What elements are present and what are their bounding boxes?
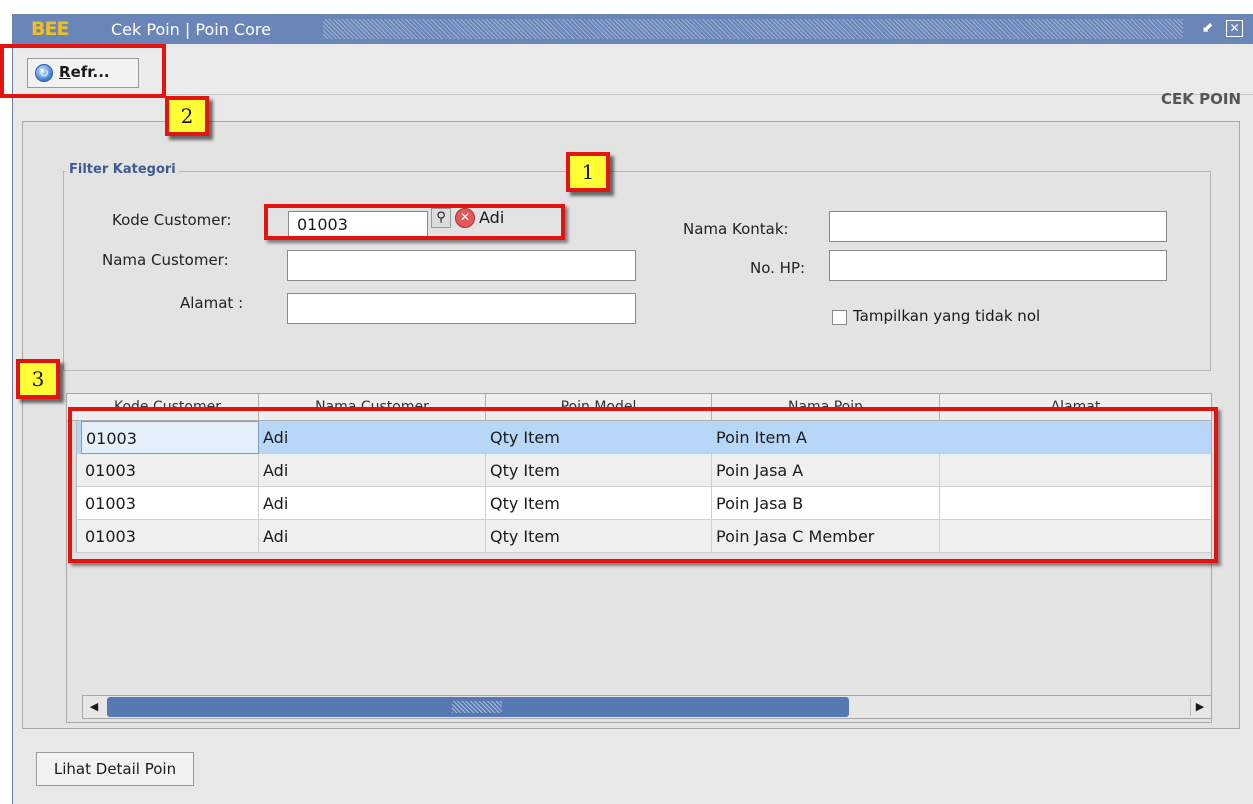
table-cell[interactable]	[940, 421, 1211, 454]
scroll-right-icon[interactable]: ▶	[1190, 698, 1209, 716]
column-header[interactable]: Kode Customer	[77, 394, 259, 420]
table-row[interactable]: 01003 Adi Qty Item Poin Item A	[67, 421, 1211, 454]
table-cell[interactable]: Qty Item	[486, 421, 712, 454]
table-cell[interactable]: 01003	[81, 487, 259, 520]
kode-customer-input[interactable]: 01003	[288, 211, 428, 239]
row-handle[interactable]	[67, 520, 77, 553]
nonzero-checkbox[interactable]	[832, 310, 847, 325]
table-cell[interactable]: Adi	[259, 487, 486, 520]
column-header[interactable]: Nama Customer	[259, 394, 486, 420]
minimize-icon[interactable]: ⬋	[1199, 20, 1216, 37]
annotation-badge-1: 1	[566, 152, 610, 192]
refresh-button-label: Refr...	[59, 63, 110, 81]
table-cell[interactable]: Qty Item	[486, 487, 712, 520]
row-handle[interactable]	[67, 454, 77, 487]
table-cell[interactable]	[940, 487, 1211, 520]
alamat-input[interactable]	[287, 293, 636, 324]
table-cell[interactable]: 01003	[81, 454, 259, 487]
close-icon[interactable]: ✕	[1226, 20, 1243, 37]
nonzero-checkbox-label: Tampilkan yang tidak nol	[853, 307, 1041, 325]
scrollbar-grip	[452, 701, 502, 713]
table-cell[interactable]	[940, 520, 1211, 553]
table-cell[interactable]: Poin Item A	[712, 421, 940, 454]
refresh-icon: ↻	[35, 64, 53, 82]
table-row[interactable]: 01003 Adi Qty Item Poin Jasa C Member	[67, 520, 1211, 553]
title-bar-pattern	[323, 19, 1183, 39]
kode-customer-name: Adi	[479, 208, 505, 227]
column-header[interactable]: Poin Model	[486, 394, 712, 420]
no-hp-label: No. HP:	[750, 259, 806, 277]
table-header: Kode Customer Nama Customer Poin Model N…	[67, 394, 1211, 421]
no-hp-input[interactable]	[829, 250, 1167, 281]
alamat-label: Alamat :	[180, 294, 244, 312]
toolbar: ↻ Refr...	[13, 44, 1253, 95]
page-title: CEK POIN	[1161, 90, 1241, 108]
kode-customer-label: Kode Customer:	[112, 211, 232, 229]
column-header[interactable]: Alamat	[940, 394, 1211, 420]
annotation-badge-3: 3	[16, 359, 60, 399]
nama-kontak-label: Nama Kontak:	[683, 220, 789, 238]
refresh-button[interactable]: ↻ Refr...	[27, 58, 139, 88]
nama-customer-label: Nama Customer:	[102, 251, 229, 269]
app-logo: BEE	[31, 18, 69, 40]
annotation-badge-2: 2	[165, 96, 209, 136]
nama-customer-input[interactable]	[287, 250, 636, 281]
column-header[interactable]: Nama Poin	[712, 394, 940, 420]
table-row[interactable]: 01003 Adi Qty Item Poin Jasa A	[67, 454, 1211, 487]
search-icon[interactable]: ⚲	[431, 208, 451, 228]
table-cell[interactable]	[940, 454, 1211, 487]
horizontal-scrollbar[interactable]: ◀ ▶	[82, 695, 1212, 719]
table-cell[interactable]: Qty Item	[486, 520, 712, 553]
table-cell[interactable]: Adi	[259, 454, 486, 487]
filter-legend: Filter Kategori	[66, 162, 179, 177]
table-row[interactable]: 01003 Adi Qty Item Poin Jasa B	[67, 487, 1211, 520]
window-title: Cek Poin | Poin Core	[111, 20, 271, 39]
table-cell[interactable]: Poin Jasa A	[712, 454, 940, 487]
nama-kontak-input[interactable]	[829, 211, 1167, 242]
title-bar[interactable]: BEE Cek Poin | Poin Core ⬋ ✕	[13, 14, 1253, 44]
lihat-detail-poin-button[interactable]: Lihat Detail Poin	[36, 752, 194, 786]
table-cell[interactable]: Adi	[259, 520, 486, 553]
table-cell[interactable]: Qty Item	[486, 454, 712, 487]
row-handle[interactable]	[67, 421, 77, 454]
scroll-left-icon[interactable]: ◀	[85, 698, 103, 716]
clear-icon[interactable]: ✕	[455, 208, 475, 228]
table-cell[interactable]: 01003	[81, 520, 259, 553]
table-cell[interactable]: Poin Jasa B	[712, 487, 940, 520]
table-cell[interactable]: 01003	[81, 421, 259, 454]
poin-table: Kode Customer Nama Customer Poin Model N…	[66, 393, 1212, 723]
table-cell[interactable]: Poin Jasa C Member	[712, 520, 940, 553]
scrollbar-thumb[interactable]	[107, 697, 849, 717]
row-handle[interactable]	[67, 487, 77, 520]
table-cell[interactable]: Adi	[259, 421, 486, 454]
